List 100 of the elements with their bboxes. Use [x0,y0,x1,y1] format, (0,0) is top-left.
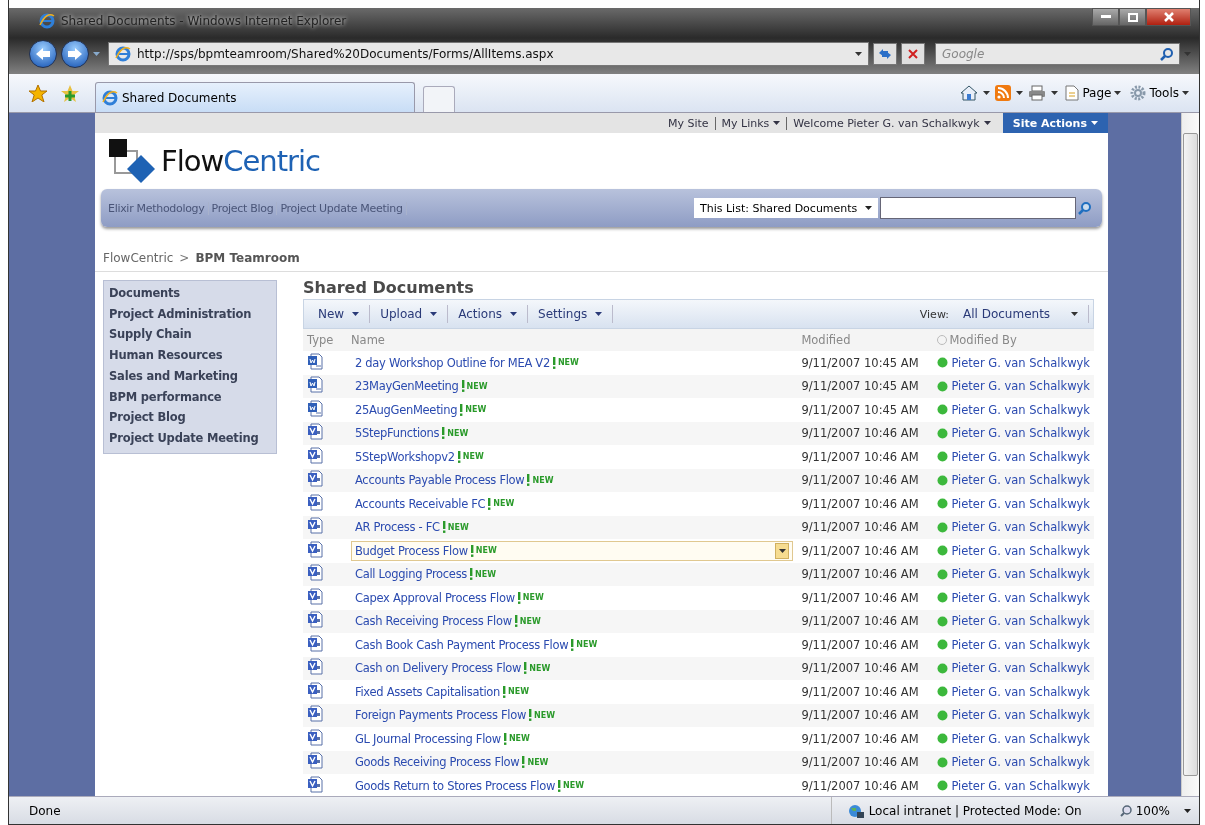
caret-icon[interactable] [855,52,862,56]
diagram-file-icon[interactable] [307,681,323,699]
site-search-field[interactable] [880,197,1076,219]
caret-icon[interactable] [430,312,438,316]
address-field[interactable]: http://sps/bpmteamroom/Shared%20Documents/Forms/AllItems.aspx [108,42,869,66]
user-link[interactable]: Pieter G. van Schalkwyk [951,543,1090,558]
search-icon[interactable] [1160,47,1174,61]
refresh-button[interactable] [873,43,897,65]
user-link[interactable]: Pieter G. van Schalkwyk [951,402,1090,417]
quick-launch-link[interactable]: Documents [109,283,271,304]
document-link[interactable]: Cash Receiving Process Flow [355,614,512,629]
document-link[interactable]: Accounts Payable Process Flow [355,473,525,488]
diagram-file-icon[interactable] [307,517,323,535]
user-link[interactable]: Pieter G. van Schalkwyk [951,496,1090,511]
user-link[interactable]: Pieter G. van Schalkwyk [951,590,1090,605]
scrollbar-thumb[interactable] [1183,133,1198,776]
quick-launch-link[interactable]: Human Resources [109,345,271,366]
diagram-file-icon[interactable] [307,423,323,441]
caret-icon[interactable] [1114,91,1122,95]
caret-icon[interactable] [983,91,991,95]
tools-menu-button[interactable]: Tools [1128,85,1191,101]
diagram-file-icon[interactable] [307,728,323,746]
quick-launch-link[interactable]: Project Blog [109,407,271,428]
caret-icon[interactable] [1182,91,1189,95]
document-link[interactable]: Goods Receiving Process Flow [355,755,520,770]
caret-icon[interactable] [983,121,991,125]
document-link[interactable]: Capex Approval Process Flow [355,590,515,605]
diagram-file-icon[interactable] [307,634,323,652]
diagram-file-icon[interactable] [307,564,323,582]
back-button[interactable] [29,40,57,68]
document-icon[interactable] [307,352,323,370]
home-icon[interactable] [960,85,979,101]
document-link[interactable]: Call Logging Process [355,567,468,582]
quick-launch-link[interactable]: Supply Chain [109,324,271,346]
document-link[interactable]: 5StepFunctions [355,426,440,441]
caret-icon[interactable] [778,548,786,553]
view-dropdown[interactable]: All Documents [953,305,1089,323]
quick-launch-link[interactable]: Sales and Marketing [109,365,271,387]
caret-icon[interactable] [1071,312,1078,316]
breadcrumb-link[interactable]: FlowCentric [103,251,174,265]
minimize-button[interactable] [1092,8,1119,26]
printer-icon[interactable] [1028,85,1047,101]
zoom-button[interactable]: 100% [1107,803,1174,818]
diagram-file-icon[interactable] [307,705,323,723]
document-link[interactable]: Cash on Delivery Process Flow [355,661,522,676]
diagram-file-icon[interactable] [307,752,323,770]
document-link[interactable]: AR Process - FC [355,520,440,535]
diagram-file-icon[interactable] [307,470,323,488]
user-link[interactable]: Pieter G. van Schalkwyk [951,684,1090,699]
document-icon[interactable] [307,376,323,394]
diagram-file-icon[interactable] [307,493,323,511]
item-menu-button[interactable] [775,542,790,559]
maximize-button[interactable] [1119,8,1146,26]
document-link[interactable]: Fixed Assets Capitalisation [355,684,501,699]
document-link[interactable]: Cash Book Cash Payment Process Flow [355,637,569,652]
user-link[interactable]: Pieter G. van Schalkwyk [951,731,1090,746]
quick-launch-link[interactable]: BPM performance [109,386,271,408]
browser-tab[interactable]: Shared Documents [95,82,415,112]
search-scope-dropdown[interactable]: This List: Shared Documents [694,198,878,218]
caret-icon[interactable] [595,312,603,316]
document-link[interactable]: 2 day Workshop Outline for MEA V2 [355,355,550,370]
user-link[interactable]: Pieter G. van Schalkwyk [951,355,1090,370]
toolbar-menu-button[interactable]: Settings [528,305,614,323]
stop-button[interactable] [901,43,925,65]
user-link[interactable]: Pieter G. van Schalkwyk [951,637,1090,652]
search-field[interactable]: Google [935,43,1180,65]
document-link[interactable]: 25AugGenMeeting [355,402,458,417]
forward-button[interactable] [61,40,89,68]
diagram-file-icon[interactable] [307,540,323,558]
toolbar-menu-button[interactable]: Upload [370,305,449,323]
quick-launch-link[interactable]: Project Administration [109,303,271,325]
close-button[interactable] [1146,8,1191,26]
star-icon[interactable] [29,84,47,102]
caret-icon[interactable] [773,121,781,125]
diagram-file-icon[interactable] [307,587,323,605]
user-link[interactable]: Pieter G. van Schalkwyk [951,778,1090,793]
caret-icon[interactable] [352,312,360,316]
document-link[interactable]: 5StepWorkshopv2 [355,449,455,464]
top-link[interactable]: My Site [661,116,715,130]
caret-icon[interactable] [510,312,518,316]
page-menu-button[interactable]: Page [1063,85,1124,101]
user-link[interactable]: Pieter G. van Schalkwyk [951,449,1090,464]
document-link[interactable]: Foreign Payments Process Flow [355,708,527,723]
top-link[interactable]: My Links [714,116,787,130]
toolbar-menu-button[interactable]: New [308,305,371,323]
add-favorite-icon[interactable] [61,84,79,102]
diagram-file-icon[interactable] [307,611,323,629]
document-link[interactable]: 23MayGenMeeting [355,379,459,394]
document-link[interactable]: Budget Process Flow [355,543,468,558]
caret-icon[interactable] [1016,91,1024,95]
caret-icon[interactable] [1184,808,1191,813]
document-link[interactable]: Goods Return to Stores Process Flow [355,778,556,793]
diagram-file-icon[interactable] [307,446,323,464]
document-link[interactable]: GL Journal Processing Flow [355,731,501,746]
site-actions-menu[interactable]: Site Actions [1002,113,1108,133]
document-link[interactable]: Accounts Receivable FC [355,496,486,511]
toolbar-menu-button[interactable]: Actions [448,305,529,323]
document-icon[interactable] [307,399,323,417]
caret-icon[interactable] [1051,91,1059,95]
top-link[interactable]: Welcome Pieter G. van Schalkwyk [786,116,997,130]
